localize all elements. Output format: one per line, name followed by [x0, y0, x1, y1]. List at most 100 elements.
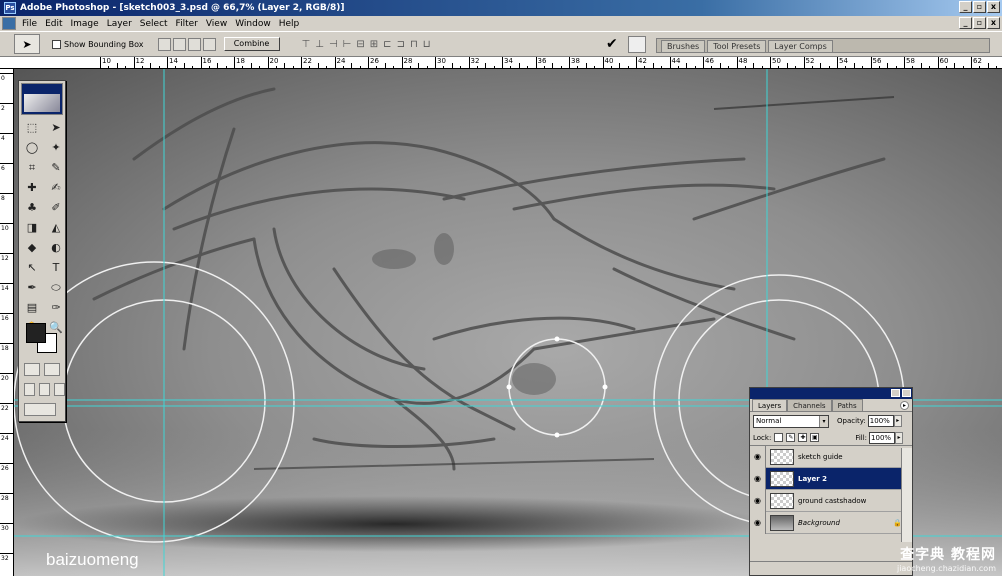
- dodge-tool-icon[interactable]: ◐: [46, 239, 66, 257]
- distribute-left-icon[interactable]: ⊏: [383, 39, 391, 50]
- shape-intersect-icon[interactable]: [187, 37, 201, 51]
- checkbox-box[interactable]: [52, 39, 61, 49]
- ruler-label: 58: [906, 57, 915, 65]
- menu-select[interactable]: Select: [136, 19, 172, 29]
- type-tool-icon[interactable]: T: [46, 259, 66, 277]
- lasso-tool-icon[interactable]: ◯: [22, 139, 42, 157]
- file-browser-icon[interactable]: [628, 36, 646, 53]
- screen-mode-full-icon[interactable]: [54, 383, 65, 396]
- horizontal-ruler[interactable]: 10 12 14 16 18 20 22 24 26 28 30 32 34 36 38 40 42 44 46 48…: [0, 57, 1002, 69]
- commit-checkmark-icon[interactable]: ✔: [606, 36, 618, 52]
- panel-close-icon[interactable]: [902, 389, 911, 397]
- chevron-down-icon[interactable]: ▾: [819, 415, 828, 427]
- clone-stamp-tool-icon[interactable]: ♣: [22, 199, 42, 217]
- lock-brush-icon[interactable]: ✎: [786, 433, 796, 442]
- tab-paths[interactable]: Paths: [831, 399, 863, 411]
- ruler-label: 20: [1, 375, 9, 382]
- doc-restore-button[interactable]: ▫: [973, 17, 986, 29]
- opacity-slider-arrow-icon[interactable]: ▸: [893, 415, 902, 427]
- path-selection-tool-icon[interactable]: ↖: [22, 259, 42, 277]
- move-tool-icon[interactable]: ➤: [46, 119, 66, 137]
- ruler-label: 38: [571, 57, 580, 65]
- distribute-top-icon[interactable]: ⊓: [410, 39, 418, 50]
- layers-panel-titlebar[interactable]: [750, 388, 912, 399]
- notes-tool-icon[interactable]: ▤: [22, 299, 42, 317]
- shape-exclude-icon[interactable]: [202, 37, 216, 51]
- menu-image[interactable]: Image: [67, 19, 103, 29]
- tab-tool-presets[interactable]: Tool Presets: [707, 40, 767, 52]
- lock-all-icon[interactable]: ▣: [810, 433, 820, 442]
- restore-button[interactable]: ▫: [973, 1, 986, 13]
- screen-mode-standard-icon[interactable]: [24, 383, 35, 396]
- ellipse-shape-tool-icon[interactable]: ⬭: [46, 279, 66, 297]
- close-button[interactable]: x: [987, 1, 1000, 13]
- panel-menu-icon[interactable]: ▸: [900, 401, 909, 410]
- blend-mode-select[interactable]: Normal ▾: [753, 414, 829, 428]
- menu-help[interactable]: Help: [275, 19, 304, 29]
- lock-move-icon[interactable]: ✚: [798, 433, 808, 442]
- layer-row-layer-2[interactable]: ◉ Layer 2: [750, 467, 912, 490]
- jump-to-imageready-icon[interactable]: [24, 403, 56, 416]
- adobe-online-icon[interactable]: [21, 83, 63, 115]
- gradient-tool-icon[interactable]: ◭: [46, 219, 66, 237]
- magic-wand-tool-icon[interactable]: ✦: [46, 139, 66, 157]
- doc-close-button[interactable]: x: [987, 17, 1000, 29]
- show-bounding-box-checkbox[interactable]: Show Bounding Box: [52, 39, 144, 49]
- distribute-right-icon[interactable]: ⊐: [397, 39, 405, 50]
- vertical-ruler[interactable]: 0 2 4 6 8 10 12 14 16 18 20 22 24 26 28 30 32: [0, 69, 14, 576]
- align-right-icon[interactable]: ⊢: [343, 39, 352, 50]
- lock-transparency-icon[interactable]: [774, 433, 784, 442]
- doc-minimize-button[interactable]: _: [959, 17, 972, 29]
- menu-file[interactable]: File: [18, 19, 41, 29]
- layers-scrollbar[interactable]: [901, 448, 912, 542]
- slice-tool-icon[interactable]: ✎: [46, 159, 66, 177]
- healing-brush-tool-icon[interactable]: ✚: [22, 179, 42, 197]
- align-bottom-icon[interactable]: ⊥: [315, 39, 324, 50]
- layer-row-sketch-guide[interactable]: ◉ sketch guide: [750, 445, 912, 468]
- tab-channels[interactable]: Channels: [787, 399, 832, 411]
- panel-minimize-icon[interactable]: [891, 389, 900, 397]
- shape-add-icon[interactable]: [157, 37, 171, 51]
- minimize-button[interactable]: _: [959, 1, 972, 13]
- menu-view[interactable]: View: [202, 19, 231, 29]
- tab-layer-comps[interactable]: Layer Comps: [768, 40, 833, 52]
- history-brush-tool-icon[interactable]: ✐: [46, 199, 66, 217]
- marquee-tool-icon[interactable]: ⬚: [22, 119, 42, 137]
- layer-row-background[interactable]: ◉ Background 🔒: [750, 511, 912, 534]
- crop-tool-icon[interactable]: ⌗: [22, 159, 42, 177]
- eye-icon[interactable]: ◉: [750, 489, 766, 512]
- tab-brushes[interactable]: Brushes: [661, 40, 706, 52]
- eye-icon[interactable]: ◉: [750, 445, 766, 468]
- align-left-icon[interactable]: ⊣: [329, 39, 338, 50]
- distribute-h-icon[interactable]: ⊞: [370, 39, 378, 50]
- standard-mode-icon[interactable]: [24, 363, 40, 376]
- document-icon[interactable]: [2, 17, 16, 30]
- opacity-input[interactable]: 100%: [867, 415, 894, 427]
- fill-input[interactable]: 100%: [869, 431, 896, 444]
- eye-icon[interactable]: ◉: [750, 511, 766, 534]
- distribute-v-icon[interactable]: ⊟: [356, 39, 364, 50]
- menu-layer[interactable]: Layer: [103, 19, 136, 29]
- ruler-label: 18: [236, 57, 245, 65]
- layer-row-ground-castshadow[interactable]: ◉ ground castshadow: [750, 489, 912, 512]
- shape-subtract-icon[interactable]: [172, 37, 186, 51]
- combine-button[interactable]: Combine: [223, 37, 280, 51]
- tool-preset-picker[interactable]: ➤: [14, 34, 40, 54]
- blur-tool-icon[interactable]: ◆: [22, 239, 42, 257]
- menu-filter[interactable]: Filter: [172, 19, 202, 29]
- brush-tool-icon[interactable]: ✍: [46, 179, 66, 197]
- fill-slider-arrow-icon[interactable]: ▸: [895, 431, 904, 444]
- foreground-color-swatch[interactable]: [26, 323, 46, 343]
- tab-layers[interactable]: Layers: [752, 399, 788, 411]
- align-top-icon[interactable]: ⊤: [302, 39, 311, 50]
- menu-edit[interactable]: Edit: [41, 19, 66, 29]
- pen-tool-icon[interactable]: ✒: [22, 279, 42, 297]
- ruler-label: 20: [269, 57, 279, 65]
- quick-mask-icon[interactable]: [44, 363, 60, 376]
- eye-icon[interactable]: ◉: [750, 467, 766, 490]
- eraser-tool-icon[interactable]: ◨: [22, 219, 42, 237]
- menu-window[interactable]: Window: [231, 19, 275, 29]
- eyedropper-tool-icon[interactable]: ✑: [46, 299, 66, 317]
- screen-mode-menu-icon[interactable]: [39, 383, 50, 396]
- distribute-bottom-icon[interactable]: ⊔: [423, 39, 431, 50]
